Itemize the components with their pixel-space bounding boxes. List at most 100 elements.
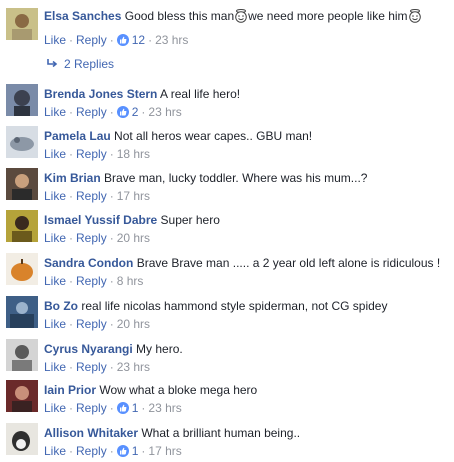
like-button[interactable]: Like xyxy=(44,105,66,119)
reply-button[interactable]: Reply xyxy=(76,401,107,415)
like-button[interactable]: Like xyxy=(44,360,66,374)
separator: · xyxy=(141,105,146,119)
reply-button[interactable]: Reply xyxy=(76,189,107,203)
reply-button[interactable]: Reply xyxy=(76,274,107,288)
comment-text: real life nicolas hammond style spiderma… xyxy=(81,299,388,313)
comment-author[interactable]: Ismael Yussif Dabre xyxy=(44,213,157,227)
timestamp[interactable]: 20 hrs xyxy=(117,231,150,245)
avatar[interactable] xyxy=(6,8,38,40)
like-button[interactable]: Like xyxy=(44,231,66,245)
comment-text: Not all heros wear capes.. GBU man! xyxy=(114,129,313,143)
reply-button[interactable]: Reply xyxy=(76,317,107,331)
comment-meta: Like · Reply · 23 hrs xyxy=(44,359,150,375)
separator: · xyxy=(69,274,74,288)
comment-body: Elsa Sanches Good bless this man we need … xyxy=(44,8,450,27)
comment-author[interactable]: Elsa Sanches xyxy=(44,9,121,23)
separator: · xyxy=(69,189,74,203)
comment-meta: Like · Reply · 20 hrs xyxy=(44,316,150,332)
reply-button[interactable]: Reply xyxy=(76,444,107,458)
like-button[interactable]: Like xyxy=(44,147,66,161)
comment-text: My hero. xyxy=(136,342,183,356)
like-count[interactable]: 2 xyxy=(132,105,139,119)
avatar[interactable] xyxy=(6,253,38,285)
separator: · xyxy=(69,33,74,47)
separator: · xyxy=(109,105,114,119)
comment-author[interactable]: Iain Prior xyxy=(44,383,96,397)
like-button[interactable]: Like xyxy=(44,189,66,203)
separator: · xyxy=(109,444,114,458)
reply-arrow-icon xyxy=(46,56,58,72)
reply-button[interactable]: Reply xyxy=(76,105,107,119)
comment-body: Cyrus Nyarangi My hero. xyxy=(44,341,450,357)
thumbs-up-icon[interactable] xyxy=(116,402,129,414)
reply-button[interactable]: Reply xyxy=(76,147,107,161)
reply-button[interactable]: Reply xyxy=(76,231,107,245)
timestamp[interactable]: 17 hrs xyxy=(117,189,150,203)
reply-button[interactable]: Reply xyxy=(76,33,107,47)
timestamp[interactable]: 23 hrs xyxy=(148,401,181,415)
avatar[interactable] xyxy=(6,339,38,371)
comment-text: A real life hero! xyxy=(160,87,241,101)
separator: · xyxy=(109,231,114,245)
thumbs-up-icon[interactable] xyxy=(116,34,129,46)
timestamp[interactable]: 23 hrs xyxy=(148,105,181,119)
like-count[interactable]: 1 xyxy=(132,444,139,458)
like-count[interactable]: 12 xyxy=(132,33,145,47)
timestamp[interactable]: 8 hrs xyxy=(117,274,144,288)
comment-body: Sandra Condon Brave Brave man ..... a 2 … xyxy=(44,255,450,271)
comment-meta: Like · Reply · 8 hrs xyxy=(44,273,143,289)
replies-label[interactable]: 2 Replies xyxy=(64,57,114,71)
timestamp[interactable]: 23 hrs xyxy=(155,33,188,47)
comment-author[interactable]: Brenda Jones Stern xyxy=(44,87,157,101)
like-button[interactable]: Like xyxy=(44,401,66,415)
separator: · xyxy=(109,317,114,331)
reply-button[interactable]: Reply xyxy=(76,360,107,374)
comment-text: Brave man, lucky toddler. Where was his … xyxy=(104,171,368,185)
separator: · xyxy=(109,189,114,203)
separator: · xyxy=(141,401,146,415)
separator: · xyxy=(69,444,74,458)
comment-text: we need more people like him xyxy=(248,9,408,23)
view-replies-link[interactable]: 2 Replies xyxy=(46,56,114,72)
comment-text: Super hero xyxy=(160,213,220,227)
comment-author[interactable]: Cyrus Nyarangi xyxy=(44,342,133,356)
separator: · xyxy=(69,231,74,245)
separator: · xyxy=(109,147,114,161)
separator: · xyxy=(69,317,74,331)
avatar[interactable] xyxy=(6,296,38,328)
avatar[interactable] xyxy=(6,210,38,242)
separator: · xyxy=(148,33,153,47)
comment-author[interactable]: Kim Brian xyxy=(44,171,101,185)
comment-author[interactable]: Pamela Lau xyxy=(44,129,111,143)
avatar[interactable] xyxy=(6,380,38,412)
avatar[interactable] xyxy=(6,126,38,158)
like-button[interactable]: Like xyxy=(44,317,66,331)
timestamp[interactable]: 23 hrs xyxy=(117,360,150,374)
like-button[interactable]: Like xyxy=(44,444,66,458)
comment-author[interactable]: Bo Zo xyxy=(44,299,78,313)
smiling-face-halo-icon xyxy=(234,9,248,27)
avatar[interactable] xyxy=(6,84,38,116)
separator: · xyxy=(69,401,74,415)
separator: · xyxy=(109,274,114,288)
like-count[interactable]: 1 xyxy=(132,401,139,415)
comment-text: Good bless this man xyxy=(124,9,235,23)
comment-meta: Like · Reply · 2 · 23 hrs xyxy=(44,104,182,120)
like-button[interactable]: Like xyxy=(44,274,66,288)
comment-author[interactable]: Sandra Condon xyxy=(44,256,133,270)
avatar[interactable] xyxy=(6,423,38,455)
timestamp[interactable]: 20 hrs xyxy=(117,317,150,331)
timestamp[interactable]: 17 hrs xyxy=(148,444,181,458)
comment-text: What a brilliant human being.. xyxy=(141,426,301,440)
avatar[interactable] xyxy=(6,168,38,200)
comment-meta: Like · Reply · 17 hrs xyxy=(44,188,150,204)
comment-body: Brenda Jones Stern A real life hero! xyxy=(44,86,450,102)
comment-author[interactable]: Allison Whitaker xyxy=(44,426,138,440)
timestamp[interactable]: 18 hrs xyxy=(117,147,150,161)
thumbs-up-icon[interactable] xyxy=(116,106,129,118)
like-button[interactable]: Like xyxy=(44,33,66,47)
smiling-face-halo-icon xyxy=(408,9,422,27)
comment-text: Brave Brave man ..... a 2 year old left … xyxy=(136,256,441,270)
thumbs-up-icon[interactable] xyxy=(116,445,129,457)
comment-body: Pamela Lau Not all heros wear capes.. GB… xyxy=(44,128,450,144)
